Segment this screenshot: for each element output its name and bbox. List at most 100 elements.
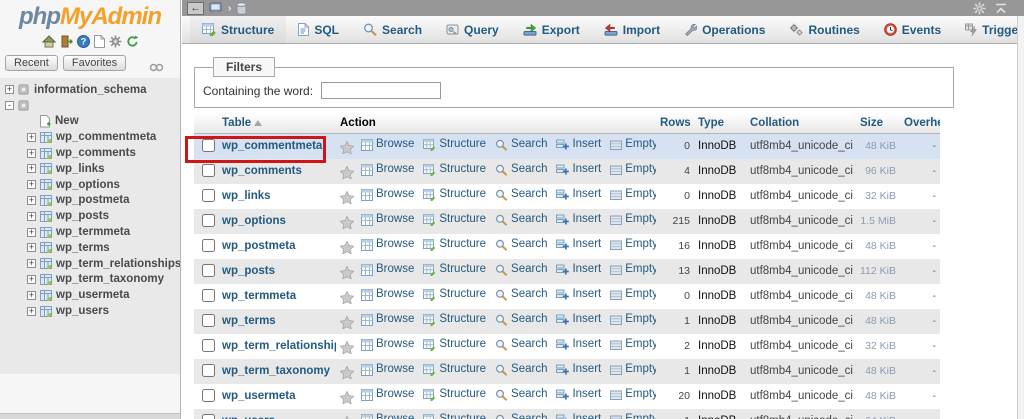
action-browse-link[interactable]: Browse [361,212,414,227]
tree-expander[interactable]: + [27,243,36,253]
table-name-link[interactable]: wp_commentmeta [222,140,322,152]
tab-structure[interactable]: Structure [190,16,287,43]
action-structure-link[interactable]: Structure [423,412,486,419]
action-browse-link[interactable]: Browse [361,412,414,419]
action-search-link[interactable]: Search [495,162,547,177]
tab-import[interactable]: Import [592,16,672,43]
action-structure-link[interactable]: Structure [423,212,486,227]
action-search-link[interactable]: Search [495,412,547,419]
tab-export[interactable]: Export [511,16,592,43]
tree-expander[interactable]: + [27,180,36,190]
help-icon[interactable]: ? [76,34,90,48]
action-browse-link[interactable]: Browse [361,362,414,377]
tab-triggers[interactable]: Triggers [953,16,1024,43]
action-browse-link[interactable]: Browse [361,237,414,252]
tree-expander[interactable]: + [27,148,36,158]
action-search-link[interactable]: Search [495,362,547,377]
tree-expander[interactable]: + [27,227,36,237]
sidebar-item-wp_users[interactable]: + wp_users [27,303,180,319]
sidebar-item-new[interactable]: New [27,114,180,130]
action-search-link[interactable]: Search [495,237,547,252]
row-checkbox[interactable] [202,189,215,202]
logout-icon[interactable] [60,35,73,48]
collation-value[interactable]: utf8mb4_unicode_ci [746,409,856,419]
table-name-link[interactable]: wp_users [222,415,275,419]
tree-expander[interactable]: + [27,132,36,142]
action-browse-link[interactable]: Browse [361,187,414,202]
row-checkbox[interactable] [202,214,215,227]
tab-query[interactable]: Query [434,16,511,43]
collation-value[interactable]: utf8mb4_unicode_ci [746,384,856,409]
tab-routines[interactable]: Routines [777,16,871,43]
action-structure-link[interactable]: Structure [423,262,486,277]
tab-search[interactable]: Search [351,16,434,43]
tree-expander[interactable]: + [27,306,36,316]
favorite-star-icon[interactable] [340,241,354,255]
table-name-link[interactable]: wp_terms [222,315,276,327]
sidebar-item-wp_commentmeta[interactable]: + wp_commentmeta [27,129,180,145]
phpmyadmin-logo[interactable]: phpMyAdmin [0,3,180,31]
header-type[interactable]: Type [694,113,746,134]
action-search-link[interactable]: Search [495,312,547,327]
action-empty-link[interactable]: Empty [610,337,656,352]
server-icon[interactable] [209,2,223,14]
action-insert-link[interactable]: Insert [556,187,601,202]
action-structure-link[interactable]: Structure [423,137,486,152]
refresh-icon[interactable] [126,35,139,48]
action-insert-link[interactable]: Insert [556,337,601,352]
settings-icon[interactable] [109,35,122,48]
sidebar-item-wp_term_relationships[interactable]: + wp_term_relationships [27,256,180,272]
tree-expander[interactable]: + [27,195,36,205]
action-structure-link[interactable]: Structure [423,187,486,202]
action-browse-link[interactable]: Browse [361,262,414,277]
action-insert-link[interactable]: Insert [556,212,601,227]
favorite-star-icon[interactable] [340,191,354,205]
sidebar-item-wp_terms[interactable]: + wp_terms [27,240,180,256]
collation-value[interactable]: utf8mb4_unicode_ci [746,209,856,234]
action-empty-link[interactable]: Empty [610,187,656,202]
collapse-icon[interactable] [995,3,1007,14]
favorite-star-icon[interactable] [340,291,354,305]
action-empty-link[interactable]: Empty [610,287,656,302]
row-checkbox[interactable] [202,339,215,352]
action-browse-link[interactable]: Browse [361,162,414,177]
action-browse-link[interactable]: Browse [361,337,414,352]
favorite-star-icon[interactable] [340,341,354,355]
tree-expander[interactable]: + [27,274,36,284]
tree-expander[interactable]: + [27,259,36,269]
database-icon[interactable] [236,1,247,15]
filter-input[interactable] [321,82,442,99]
row-checkbox[interactable] [202,389,215,402]
sidebar-item-wp_termmeta[interactable]: + wp_termmeta [27,224,180,240]
tree-expander[interactable]: + [27,211,36,221]
row-checkbox[interactable] [202,139,215,152]
action-insert-link[interactable]: Insert [556,387,601,402]
action-browse-link[interactable]: Browse [361,137,414,152]
action-empty-link[interactable]: Empty [610,312,656,327]
row-checkbox[interactable] [202,314,215,327]
collation-value[interactable]: utf8mb4_unicode_ci [746,284,856,309]
action-empty-link[interactable]: Empty [610,387,656,402]
row-checkbox[interactable] [202,414,215,419]
collation-value[interactable]: utf8mb4_unicode_ci [746,334,856,359]
action-structure-link[interactable]: Structure [423,387,486,402]
action-insert-link[interactable]: Insert [556,412,601,419]
action-search-link[interactable]: Search [495,262,547,277]
row-checkbox[interactable] [202,239,215,252]
action-insert-link[interactable]: Insert [556,312,601,327]
action-insert-link[interactable]: Insert [556,262,601,277]
collation-value[interactable]: utf8mb4_unicode_ci [746,359,856,384]
action-insert-link[interactable]: Insert [556,362,601,377]
collation-value[interactable]: utf8mb4_unicode_ci [746,184,856,209]
action-empty-link[interactable]: Empty [610,412,656,419]
action-empty-link[interactable]: Empty [610,212,656,227]
sidebar-item-wp_posts[interactable]: + wp_posts [27,208,180,224]
tree-node-label[interactable]: information_schema [34,84,146,96]
favorite-star-icon[interactable] [340,316,354,330]
tree-expander[interactable]: - [5,101,14,111]
action-search-link[interactable]: Search [495,137,547,152]
collation-value[interactable]: utf8mb4_unicode_ci [746,234,856,259]
table-name-link[interactable]: wp_usermeta [222,390,296,402]
sidebar-item-wp_links[interactable]: + wp_links [27,161,180,177]
favorite-star-icon[interactable] [340,166,354,180]
